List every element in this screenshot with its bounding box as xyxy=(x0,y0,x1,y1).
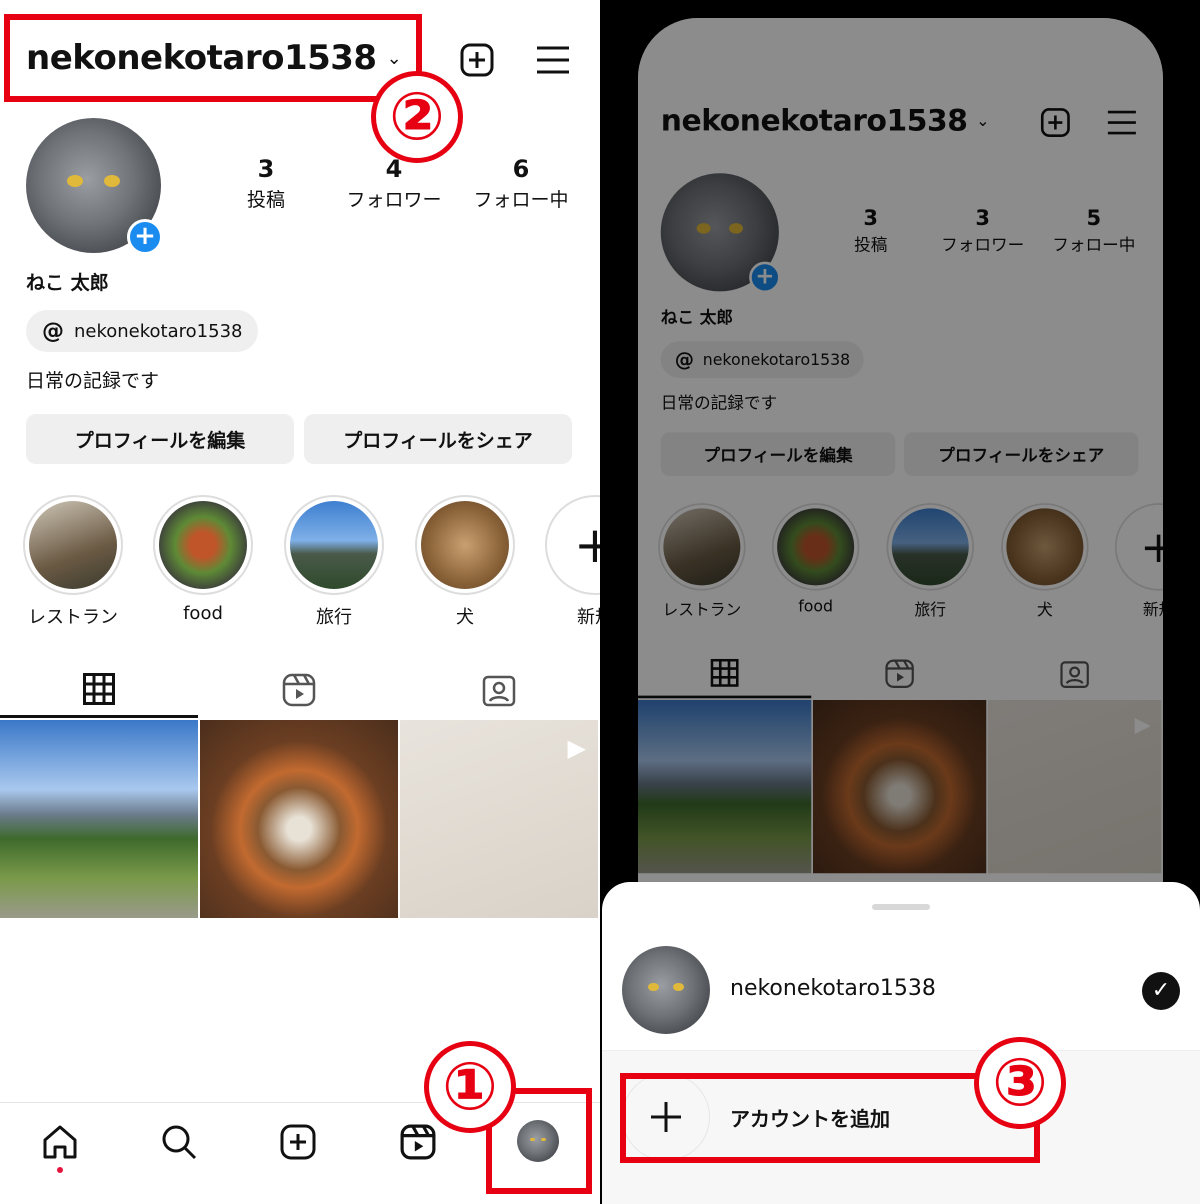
threads-icon: @ xyxy=(42,318,64,344)
highlight[interactable]: 犬 xyxy=(415,495,515,629)
tab-tagged[interactable] xyxy=(400,662,598,718)
highlight-label: 旅行 xyxy=(316,607,352,628)
bio: 日常の記録です xyxy=(26,370,160,392)
account-username: nekonekotaro1538 xyxy=(730,976,936,1001)
account-avatar xyxy=(622,946,710,1034)
annotation-box-2 xyxy=(4,14,422,102)
create-icon[interactable] xyxy=(276,1120,320,1164)
stat-label: フォロー中 xyxy=(473,189,569,211)
annotation-number-1: ① xyxy=(424,1041,516,1133)
grid-icon xyxy=(83,672,115,705)
display-name: ねこ 太郎 xyxy=(26,272,109,294)
profile: nekonekotaro1538 ⌄ + 3 投稿 4 フォロワー 6 フォロー中 ねこ… xyxy=(0,0,600,930)
tagged-icon xyxy=(482,675,516,707)
highlight[interactable]: food xyxy=(153,495,253,624)
edit-profile-button[interactable]: プロフィールを編集 xyxy=(26,414,294,464)
stat-posts[interactable]: 3 投稿 xyxy=(201,155,331,212)
stat-following[interactable]: 6 フォロー中 xyxy=(456,155,586,212)
plus-icon: + xyxy=(545,495,600,595)
post-thumbnail[interactable]: ▶ xyxy=(400,720,598,918)
annotation-number-3: ③ xyxy=(974,1037,1066,1129)
dim-overlay[interactable] xyxy=(638,18,1163,918)
post-thumbnail[interactable] xyxy=(200,720,398,918)
dimmed-profile-screen: nekonekotaro1538 ⌄ + 3 投稿 3 フォロワー 5 フォロー中 ねこ… xyxy=(638,18,1163,918)
threads-handle: nekonekotaro1538 xyxy=(74,320,243,342)
stat-followers[interactable]: 4 フォロワー xyxy=(329,155,459,212)
stat-label: 投稿 xyxy=(246,189,285,211)
new-highlight[interactable]: + 新規 xyxy=(545,495,600,629)
reels-icon[interactable] xyxy=(396,1120,440,1164)
stat-label: フォロワー xyxy=(346,189,442,211)
reels-icon xyxy=(282,673,316,707)
highlight[interactable]: レストラン xyxy=(23,495,123,629)
reels-icon: ▶ xyxy=(567,734,586,762)
tab-reels[interactable] xyxy=(200,662,398,718)
stat-value: 6 xyxy=(512,155,530,183)
highlight-label: レストラン xyxy=(28,607,118,628)
checkmark-icon: ✓ xyxy=(1142,972,1180,1010)
stat-value: 4 xyxy=(385,155,403,183)
post-thumbnail[interactable] xyxy=(0,720,198,918)
menu-icon[interactable] xyxy=(533,40,573,80)
account-row[interactable]: nekonekotaro1538 ✓ xyxy=(602,942,1200,1050)
highlight-label: food xyxy=(183,603,223,624)
annotation-number-2: ② xyxy=(371,71,463,163)
search-icon[interactable] xyxy=(157,1120,201,1164)
sheet-drag-handle[interactable] xyxy=(872,904,930,910)
left-panel: nekonekotaro1538 ⌄ + 3 投稿 4 フォロワー 6 フォロー中 ねこ… xyxy=(0,0,600,1204)
home-icon[interactable] xyxy=(38,1120,82,1164)
highlight-label: 新規 xyxy=(577,607,600,628)
highlight[interactable]: 旅行 xyxy=(284,495,384,629)
tab-grid[interactable] xyxy=(0,662,198,718)
right-panel: nekonekotaro1538 ⌄ + 3 投稿 3 フォロワー 5 フォロー中 ねこ… xyxy=(600,0,1200,1204)
share-profile-button[interactable]: プロフィールをシェア xyxy=(304,414,572,464)
notification-dot xyxy=(57,1167,63,1173)
plus-square-icon[interactable] xyxy=(457,40,497,80)
add-story-icon[interactable]: + xyxy=(127,219,163,255)
stat-value: 3 xyxy=(257,155,275,183)
threads-badge[interactable]: @ nekonekotaro1538 xyxy=(26,310,259,352)
highlight-label: 犬 xyxy=(456,607,474,628)
